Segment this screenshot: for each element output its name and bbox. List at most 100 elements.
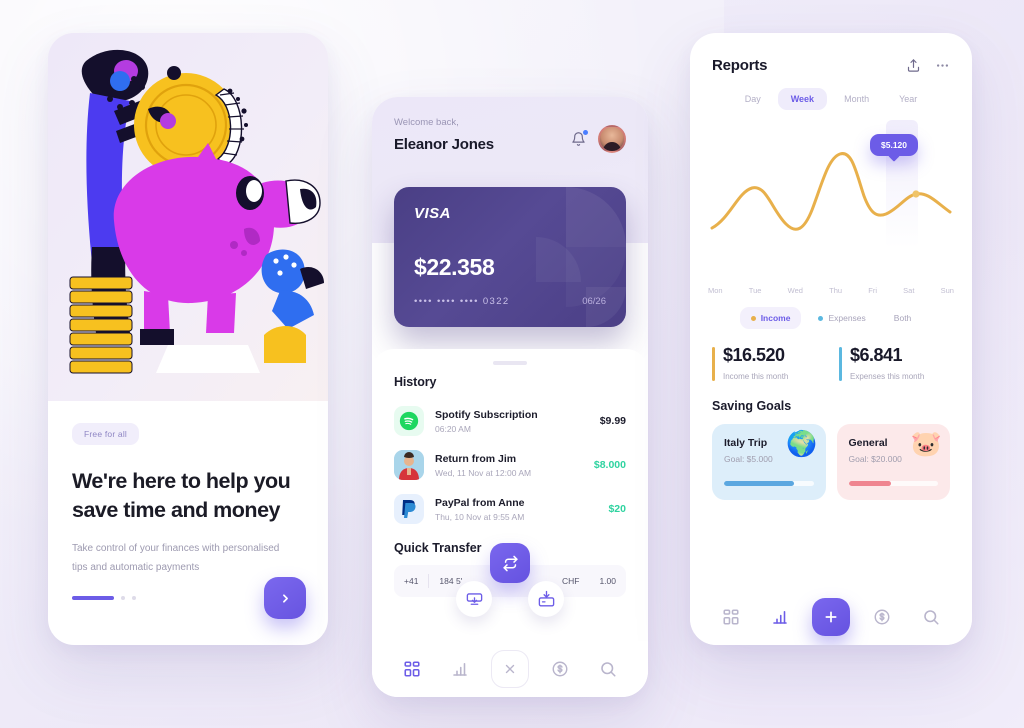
- avatar[interactable]: [598, 125, 626, 153]
- reports-header: Reports: [690, 33, 972, 74]
- stat-label: Income this month: [723, 372, 789, 381]
- history-title: History: [394, 375, 437, 389]
- transaction-list: Spotify Subscription 06:20 AM $9.99 Retu…: [394, 399, 626, 531]
- card-number: •••• •••• •••• 0322: [414, 296, 510, 307]
- nav-item-payments[interactable]: [543, 652, 577, 686]
- transaction-time: Wed, 11 Nov at 12:00 AM: [435, 467, 532, 478]
- pagination-dot[interactable]: [132, 596, 136, 600]
- goal-card-general[interactable]: 🐷 General Goal: $20.000: [836, 424, 950, 500]
- piggy-bank-icon: 🐷: [910, 430, 942, 458]
- bottom-navigation: [372, 641, 648, 697]
- chevron-right-icon: [282, 593, 288, 603]
- legend-item-income[interactable]: Income: [739, 307, 802, 329]
- tab-year[interactable]: Year: [886, 88, 930, 110]
- notification-bell-button[interactable]: [571, 130, 588, 147]
- share-button[interactable]: [906, 58, 921, 73]
- more-horizontal-icon: [936, 64, 949, 67]
- close-icon: [505, 664, 515, 674]
- table-row[interactable]: Return from Jim Wed, 11 Nov at 12:00 AM …: [394, 443, 626, 487]
- nav-item-search[interactable]: [591, 652, 625, 686]
- sheet-grab-handle[interactable]: [493, 361, 527, 365]
- pagination-dot-active[interactable]: [72, 596, 114, 600]
- notification-badge: [583, 130, 588, 135]
- legend-item-expenses[interactable]: Expenses: [807, 307, 876, 329]
- person-glyph-icon: [394, 450, 424, 480]
- range-tabs: Day Week Month Year: [690, 88, 972, 110]
- withdraw-button[interactable]: [456, 581, 492, 617]
- bottom-navigation: [690, 589, 972, 645]
- nav-item-dashboard[interactable]: [714, 600, 748, 634]
- globe-icon: 🌍: [786, 430, 818, 458]
- goal-card-italy-trip[interactable]: 🌍 Italy Trip Goal: $5.000: [712, 424, 826, 500]
- transaction-amount: $8.000: [593, 459, 626, 471]
- tab-week[interactable]: Week: [777, 88, 828, 110]
- goal-progress-track: [724, 481, 814, 486]
- welcome-text: Welcome back,: [394, 117, 459, 128]
- more-options-button[interactable]: [935, 58, 950, 73]
- nav-item-reports[interactable]: [443, 652, 477, 686]
- stat-accent-bar: [712, 347, 715, 381]
- tab-month[interactable]: Month: [831, 88, 882, 110]
- legend-dot-income: [750, 315, 756, 321]
- nav-item-search[interactable]: [914, 600, 948, 634]
- free-badge: Free for all: [72, 423, 140, 445]
- chart-svg: [710, 152, 952, 231]
- table-row[interactable]: PayPal from Anne Thu, 10 Nov at 9:55 AM …: [394, 487, 626, 531]
- bar-chart-icon: [772, 610, 787, 624]
- amount-field[interactable]: 1.00: [589, 576, 626, 586]
- add-button[interactable]: [811, 598, 850, 636]
- legend-label: Both: [893, 313, 912, 323]
- card-balance: $22.358: [414, 254, 495, 280]
- legend-dot-expenses: [818, 315, 824, 321]
- swap-arrows-icon: [502, 555, 518, 571]
- quick-transfer-bar: +41 184 5' CHF 1.00: [394, 543, 626, 617]
- goal-progress-fill: [724, 481, 794, 486]
- stat-value: $6.841: [850, 345, 903, 365]
- saving-goals-title: Saving Goals: [712, 399, 792, 413]
- transaction-name: PayPal from Anne: [435, 496, 525, 509]
- deposit-button[interactable]: [528, 581, 564, 617]
- transaction-amount: $9.99: [599, 415, 626, 427]
- table-row[interactable]: Spotify Subscription 06:20 AM $9.99: [394, 399, 626, 443]
- reports-screen: Reports Day Week Month Year $5.120 Mon T…: [690, 33, 972, 645]
- x-tick-label: Sat: [903, 286, 915, 295]
- bar-chart-icon: [453, 662, 467, 676]
- grid-icon: [723, 609, 739, 625]
- atm-withdraw-icon: [466, 592, 482, 605]
- pagination-dots[interactable]: [72, 596, 136, 600]
- chart-x-axis: Mon Tue Wed Thu Fri Sat Sun: [690, 286, 972, 295]
- swap-button[interactable]: [490, 543, 530, 583]
- nav-item-reports[interactable]: [763, 600, 797, 634]
- goal-progress-track: [848, 481, 938, 486]
- card-brand: VISA: [414, 205, 452, 222]
- transaction-name: Spotify Subscription: [435, 408, 538, 421]
- x-tick-label: Tue: [748, 286, 762, 295]
- person-avatar-icon: [394, 450, 424, 480]
- transaction-amount: $20: [608, 503, 626, 515]
- search-icon: [601, 662, 616, 677]
- onboarding-body: Free for all We're here to help you save…: [48, 401, 328, 645]
- legend-item-both[interactable]: Both: [883, 307, 923, 329]
- onboarding-footer: [72, 577, 306, 619]
- onboarding-illustration: [48, 33, 328, 401]
- page-title: Reports: [712, 57, 768, 74]
- stat-income: $16.520 Income this month: [712, 345, 823, 381]
- piggy-bank-illustration: [48, 33, 328, 401]
- stat-value: $16.520: [723, 345, 785, 365]
- card-expiry: 06/26: [582, 296, 606, 307]
- credit-card[interactable]: VISA $22.358 •••• •••• •••• 0322 06/26: [394, 187, 626, 327]
- chart-legend: Income Expenses Both: [690, 307, 972, 329]
- saving-goals-list: 🌍 Italy Trip Goal: $5.000 🐷 General Goal…: [690, 413, 972, 500]
- tab-day[interactable]: Day: [732, 88, 774, 110]
- nav-item-payments[interactable]: [865, 600, 899, 634]
- close-button[interactable]: [491, 650, 529, 688]
- deposit-box-icon: [538, 590, 554, 607]
- income-line-chart[interactable]: $5.120: [690, 114, 972, 284]
- x-tick-label: Fri: [868, 286, 877, 295]
- nav-item-dashboard[interactable]: [395, 652, 429, 686]
- onboarding-subtitle: Take control of your finances with perso…: [72, 543, 280, 573]
- x-tick-label: Sun: [940, 286, 954, 295]
- country-code-field[interactable]: +41: [394, 576, 428, 586]
- pagination-dot[interactable]: [121, 596, 125, 600]
- next-button[interactable]: [264, 577, 306, 619]
